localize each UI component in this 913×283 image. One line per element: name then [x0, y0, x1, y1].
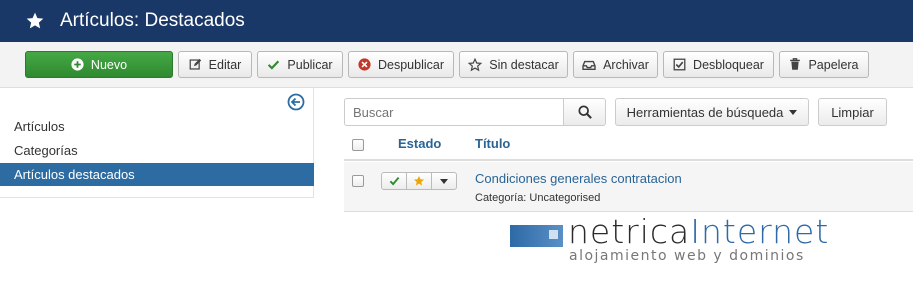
publish-button-label: Publicar: [287, 57, 333, 72]
article-category: Categoría: Uncategorised: [475, 192, 601, 204]
checkbox-icon: [673, 58, 686, 71]
logo-tagline: alojamiento web y dominios: [569, 248, 805, 264]
featured-toggle[interactable]: [407, 173, 432, 189]
logo-name-part1: netrica: [568, 212, 691, 251]
actions-dropdown[interactable]: [432, 173, 456, 189]
column-title[interactable]: Título: [475, 136, 510, 151]
toolbar: Nuevo Editar Publicar Despublicar Sin de…: [0, 42, 913, 88]
table-row: Condiciones generales contratacion Categ…: [344, 162, 913, 212]
netrica-logo: netricaInternet alojamiento web y domini…: [510, 212, 845, 269]
search-icon: [577, 105, 592, 119]
archive-button-label: Archivar: [603, 57, 649, 72]
trash-icon: [790, 58, 801, 70]
archive-button[interactable]: Archivar: [573, 51, 658, 78]
sidebar-item-featured-articles[interactable]: Artículos destacados: [0, 163, 314, 186]
cancel-circle-icon: [358, 58, 371, 71]
unfeature-button-label: Sin destacar: [489, 57, 559, 72]
logo-mark: [510, 225, 563, 247]
edit-button-label: Editar: [208, 57, 242, 72]
caret-down-icon: [440, 178, 448, 184]
trash-button[interactable]: Papelera: [779, 51, 869, 78]
caret-down-icon: [789, 109, 798, 115]
checkin-button-label: Desbloquear: [693, 57, 764, 72]
logo-name-part2: Internet: [690, 212, 830, 251]
star-filled-icon: [414, 176, 424, 186]
sidebar: Artículos Categorías Artículos destacado…: [0, 88, 314, 198]
page-title: Artículos: Destacados: [60, 10, 245, 31]
select-all-checkbox[interactable]: [352, 139, 364, 151]
collapse-sidebar-icon[interactable]: [287, 93, 305, 111]
edit-button[interactable]: Editar: [178, 51, 252, 78]
unpublish-button-label: Despublicar: [377, 57, 444, 72]
row-checkbox[interactable]: [352, 175, 364, 187]
unfeature-button[interactable]: Sin destacar: [459, 51, 568, 78]
star-outline-icon: [468, 57, 483, 71]
logo-name: netricaInternet: [568, 212, 829, 252]
status-button-group: [381, 172, 457, 190]
search-tools-label: Herramientas de búsqueda: [626, 104, 784, 120]
search-tools-button[interactable]: Herramientas de búsqueda: [615, 98, 809, 126]
check-icon: [389, 176, 399, 186]
publish-button[interactable]: Publicar: [257, 51, 343, 78]
edit-icon: [189, 58, 201, 70]
article-title-link[interactable]: Condiciones generales contratacion: [475, 171, 682, 186]
new-button[interactable]: Nuevo: [25, 51, 173, 78]
unpublish-button[interactable]: Despublicar: [348, 51, 454, 78]
sidebar-item-categories[interactable]: Categorías: [0, 139, 314, 162]
published-toggle[interactable]: [382, 173, 407, 189]
search-input[interactable]: [344, 98, 564, 126]
clear-button-label: Limpiar: [831, 104, 874, 120]
archive-icon: [582, 60, 596, 70]
table-header: Estado Título: [344, 129, 913, 161]
trash-button-label: Papelera: [808, 57, 859, 72]
checkin-button[interactable]: Desbloquear: [663, 51, 774, 78]
star-icon: [24, 10, 46, 32]
page-header: Artículos: Destacados: [0, 0, 913, 42]
column-status[interactable]: Estado: [398, 136, 441, 151]
sidebar-item-articles[interactable]: Artículos: [0, 115, 314, 138]
new-button-label: Nuevo: [90, 57, 128, 72]
clear-button[interactable]: Limpiar: [818, 98, 887, 126]
check-icon: [268, 60, 280, 70]
search-button[interactable]: [563, 98, 606, 126]
plus-circle-icon: [71, 58, 84, 71]
